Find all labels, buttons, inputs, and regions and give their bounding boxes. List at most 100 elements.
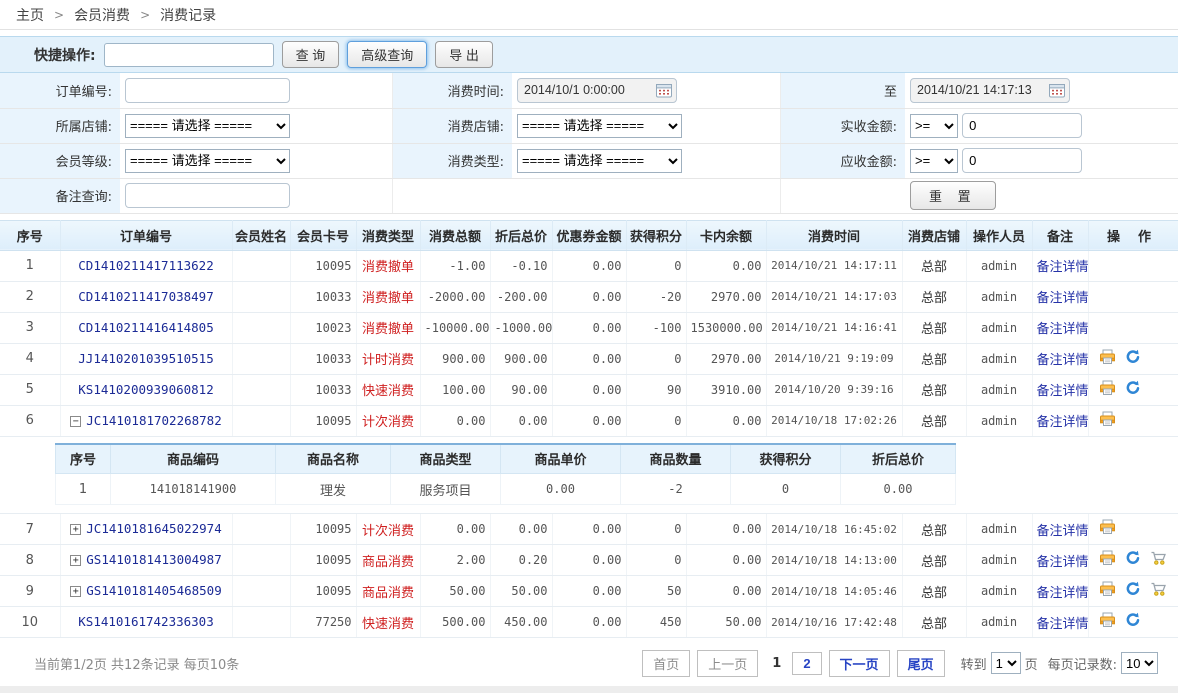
undo-icon[interactable] <box>1125 380 1141 400</box>
note-detail-link[interactable]: 备注详情 <box>1037 415 1089 430</box>
prev-page-button[interactable]: 上一页 <box>697 650 758 677</box>
points-earned: 50 <box>626 576 686 607</box>
member-name <box>232 343 290 374</box>
actions-cell <box>1088 514 1178 545</box>
actions-cell <box>1088 576 1178 607</box>
order-number-link[interactable]: JC1410181645022974 <box>86 521 221 536</box>
consume-total: -2000.00 <box>420 281 490 312</box>
consume-shop-label: 消费店铺: <box>392 108 512 143</box>
received-amount-input[interactable] <box>962 113 1082 138</box>
consume-time: 2014/10/18 17:02:26 <box>766 405 902 436</box>
consume-shop-select[interactable]: ===== 请选择 ===== <box>517 114 682 138</box>
expand-icon[interactable]: + <box>70 586 81 597</box>
receivable-operator-select[interactable]: >= <box>910 149 958 173</box>
breadcrumb-member-consume[interactable]: 会员消费 <box>74 5 130 25</box>
note-detail-link[interactable]: 备注详情 <box>1037 384 1089 399</box>
undo-icon[interactable] <box>1125 550 1141 570</box>
card-balance: 0.00 <box>686 545 766 576</box>
print-icon[interactable] <box>1099 411 1116 431</box>
time-to-input[interactable] <box>910 78 1070 103</box>
calendar-icon[interactable] <box>1049 83 1065 102</box>
sub-table-cell: 141018141900 <box>111 474 276 505</box>
order-number-cell: −JC1410181702268782 <box>60 405 232 436</box>
time-from-input[interactable] <box>517 78 677 103</box>
consume-time: 2014/10/20 9:39:16 <box>766 374 902 405</box>
note-detail-link[interactable]: 备注详情 <box>1037 524 1089 539</box>
note-detail-link[interactable]: 备注详情 <box>1037 353 1089 368</box>
own-shop-select[interactable]: ===== 请选择 ===== <box>125 114 290 138</box>
print-icon[interactable] <box>1099 612 1116 632</box>
next-page-button[interactable]: 下一页 <box>829 650 890 677</box>
member-level-select[interactable]: ===== 请选择 ===== <box>125 149 290 173</box>
consume-type-select[interactable]: ===== 请选择 ===== <box>517 149 682 173</box>
calendar-icon[interactable] <box>656 83 672 102</box>
print-icon[interactable] <box>1099 519 1116 539</box>
row-index: 3 <box>0 312 60 343</box>
consume-time: 2014/10/16 17:42:48 <box>766 607 902 638</box>
query-button[interactable]: 查 询 <box>282 41 340 68</box>
order-number-cell: + JC1410181645022974 <box>60 514 232 545</box>
undo-icon[interactable] <box>1125 581 1141 601</box>
sub-column-header: 商品编码 <box>111 444 276 474</box>
breadcrumb-consume-records: 消费记录 <box>160 5 216 25</box>
note-detail-link[interactable]: 备注详情 <box>1037 291 1089 306</box>
note-cell: 备注详情 <box>1032 514 1088 545</box>
collapse-icon[interactable]: − <box>70 416 81 427</box>
order-number-link[interactable]: JJ1410201039510515 <box>78 351 213 366</box>
order-number-link[interactable]: CD1410211417038497 <box>78 289 213 304</box>
expand-icon[interactable]: + <box>70 524 81 535</box>
member-name <box>232 250 290 281</box>
print-icon[interactable] <box>1099 380 1116 400</box>
order-number-link[interactable]: CD1410211416414805 <box>78 320 213 335</box>
card-balance: 0.00 <box>686 576 766 607</box>
cart-icon[interactable] <box>1150 550 1168 570</box>
page-2-button[interactable]: 2 <box>792 652 821 675</box>
order-number-link[interactable]: KS1410161742336303 <box>78 614 213 629</box>
records-table: 序号订单编号会员姓名会员卡号消费类型消费总额折后总价优惠券金额获得积分卡内余额消… <box>0 220 1178 639</box>
order-number-link[interactable]: CD1410211417113622 <box>78 258 213 273</box>
filter-panel: 订单编号: 消费时间: 至 所属店铺: ===== 请选择 ===== 消费店铺… <box>0 73 1178 214</box>
first-page-button[interactable]: 首页 <box>642 650 690 677</box>
order-number-link[interactable]: JC1410181702268782 <box>86 413 221 428</box>
last-page-button[interactable]: 尾页 <box>897 650 945 677</box>
order-number-link[interactable]: KS1410200939060812 <box>78 382 213 397</box>
note-detail-link[interactable]: 备注详情 <box>1037 322 1089 337</box>
goto-page-select[interactable]: 1 <box>991 652 1021 674</box>
print-icon[interactable] <box>1099 550 1116 570</box>
note-cell: 备注详情 <box>1032 405 1088 436</box>
discounted-total: 0.20 <box>490 545 552 576</box>
order-number-cell: CD1410211417038497 <box>60 281 232 312</box>
consume-total: 900.00 <box>420 343 490 374</box>
consume-time: 2014/10/21 9:19:09 <box>766 343 902 374</box>
sub-table-container: 序号商品编码商品名称商品类型商品单价商品数量获得积分折后总价1141018141… <box>0 436 1178 514</box>
note-detail-link[interactable]: 备注详情 <box>1037 555 1089 570</box>
note-detail-link[interactable]: 备注详情 <box>1037 260 1089 275</box>
reset-button[interactable]: 重 置 <box>910 181 996 210</box>
print-icon[interactable] <box>1099 581 1116 601</box>
order-number-link[interactable]: GS1410181405468509 <box>86 583 221 598</box>
breadcrumb-home[interactable]: 主页 <box>16 5 44 25</box>
quick-search-input[interactable] <box>104 43 274 67</box>
consume-time: 2014/10/21 14:16:41 <box>766 312 902 343</box>
sub-table-cell: 1 <box>56 474 111 505</box>
member-card-no: 10095 <box>290 576 356 607</box>
undo-icon[interactable] <box>1125 349 1141 369</box>
cart-icon[interactable] <box>1150 581 1168 601</box>
note-query-input[interactable] <box>125 183 290 208</box>
consume-type: 消费撤单 <box>356 250 420 281</box>
order-no-input[interactable] <box>125 78 290 103</box>
per-page-select[interactable]: 10 <box>1121 652 1158 674</box>
print-icon[interactable] <box>1099 349 1116 369</box>
note-detail-link[interactable]: 备注详情 <box>1037 617 1089 632</box>
consume-shop: 总部 <box>902 312 966 343</box>
receivable-amount-input[interactable] <box>962 148 1082 173</box>
advanced-query-button[interactable]: 高级查询 <box>347 41 427 68</box>
order-number-link[interactable]: GS1410181413004987 <box>86 552 221 567</box>
note-detail-link[interactable]: 备注详情 <box>1037 586 1089 601</box>
export-button[interactable]: 导 出 <box>435 41 493 68</box>
expand-icon[interactable]: + <box>70 555 81 566</box>
consume-type: 快速消费 <box>356 374 420 405</box>
received-operator-select[interactable]: >= <box>910 114 958 138</box>
undo-icon[interactable] <box>1125 612 1141 632</box>
column-header: 订单编号 <box>60 220 232 250</box>
